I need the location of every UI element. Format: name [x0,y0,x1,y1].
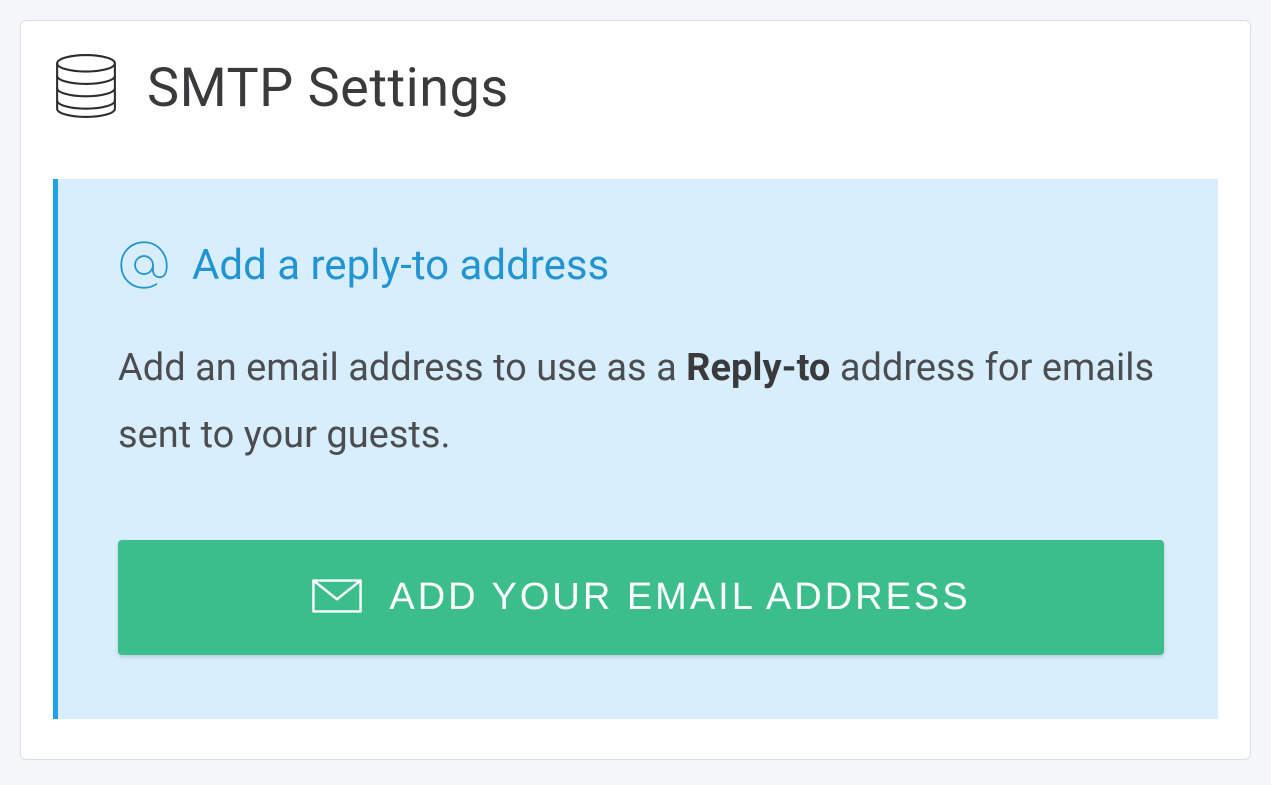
envelope-icon [311,577,363,618]
callout-title: Add a reply-to address [192,241,609,290]
at-sign-icon [118,239,170,291]
smtp-settings-card: SMTP Settings Add a reply-to address Add… [20,20,1251,760]
callout-description: Add an email address to use as a Reply-t… [118,335,1164,468]
page-title: SMTP Settings [147,57,509,120]
callout-desc-bold: Reply-to [686,346,830,390]
database-icon [53,53,119,123]
callout-desc-prefix: Add an email address to use as a [118,346,686,390]
card-header: SMTP Settings [53,53,1218,123]
add-email-button[interactable]: ADD YOUR EMAIL ADDRESS [118,540,1164,655]
add-email-button-label: ADD YOUR EMAIL ADDRESS [389,576,970,619]
callout-title-row: Add a reply-to address [118,239,1164,291]
reply-to-callout: Add a reply-to address Add an email addr… [53,179,1218,719]
